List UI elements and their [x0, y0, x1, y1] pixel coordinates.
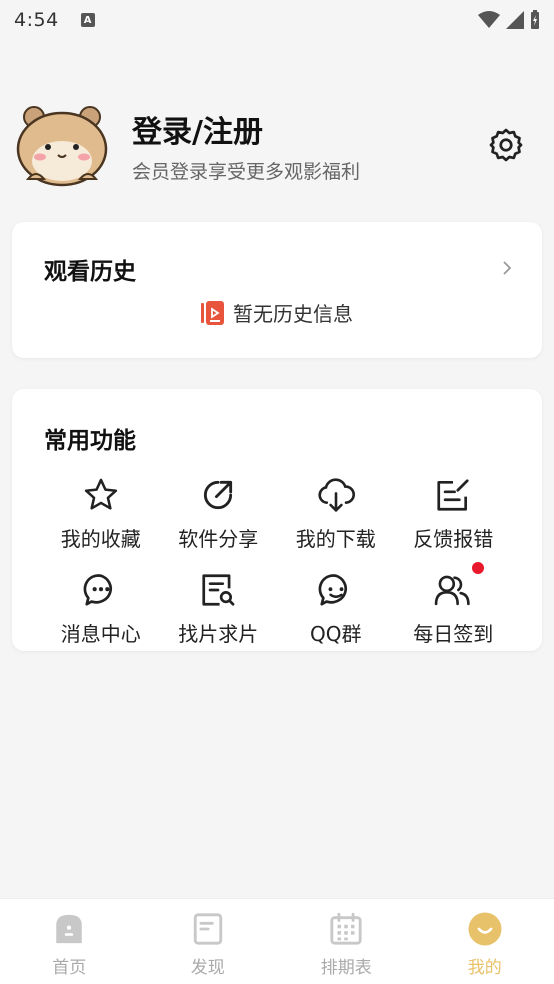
- wifi-icon: [478, 11, 500, 28]
- function-downloads[interactable]: 我的下载: [277, 475, 395, 552]
- function-label: 我的下载: [295, 527, 376, 551]
- cloud-download-icon: [318, 478, 355, 512]
- status-icons: [478, 10, 540, 30]
- nav-mine[interactable]: 我的: [416, 899, 554, 984]
- nav-home[interactable]: 首页: [0, 899, 139, 984]
- home-icon: [56, 914, 82, 944]
- notification-badge: A: [80, 13, 95, 27]
- nav-label: 首页: [52, 958, 87, 978]
- settings-button[interactable]: [486, 125, 526, 165]
- watch-history-card[interactable]: 观看历史 暂无历史信息: [12, 222, 542, 358]
- function-favorites[interactable]: 我的收藏: [42, 475, 160, 552]
- battery-icon: [531, 10, 539, 29]
- history-empty-state: 暂无历史信息: [12, 298, 542, 327]
- discover-icon: [193, 913, 222, 945]
- history-title: 观看历史: [44, 259, 136, 285]
- gear-icon: [489, 128, 523, 162]
- function-label: 消息中心: [60, 622, 141, 646]
- function-label: 我的收藏: [60, 527, 141, 551]
- calendar-icon: [330, 912, 362, 945]
- nav-label: 我的: [467, 958, 502, 978]
- chat-group-icon: [318, 574, 347, 606]
- search-doc-icon: [202, 574, 235, 606]
- notification-dot: [472, 562, 484, 574]
- video-history-icon: [201, 300, 224, 325]
- users-icon: [435, 575, 470, 606]
- function-label: 找片求片: [178, 622, 259, 646]
- functions-grid: 我的收藏 软件分享 我的下载 反馈报错 消息中心 找片求片 QQ群 每日签到: [42, 475, 512, 647]
- nav-discover[interactable]: 发现: [139, 899, 278, 984]
- share-icon: [204, 480, 233, 510]
- function-request-movie[interactable]: 找片求片: [160, 570, 278, 647]
- function-label: QQ群: [310, 622, 362, 646]
- function-qq-group[interactable]: QQ群: [277, 570, 395, 647]
- chevron-right-icon[interactable]: [500, 258, 514, 278]
- profile-smile-icon: [468, 912, 502, 946]
- login-subtitle: 会员登录享受更多观影福利: [132, 161, 361, 183]
- common-functions-card: 常用功能 我的收藏 软件分享 我的下载 反馈报错 消息中心 找片求片 QQ群 每…: [12, 389, 542, 651]
- signal-icon: [506, 11, 524, 29]
- star-icon: [84, 478, 117, 510]
- status-bar: 4:54 A: [0, 0, 554, 40]
- nav-schedule[interactable]: 排期表: [277, 899, 416, 984]
- nav-label: 排期表: [320, 958, 372, 978]
- function-messages[interactable]: 消息中心: [42, 570, 160, 647]
- function-daily-checkin[interactable]: 每日签到: [395, 562, 513, 647]
- status-time: 4:54: [14, 9, 59, 31]
- login-register-title[interactable]: 登录/注册: [132, 107, 263, 151]
- function-label: 软件分享: [178, 527, 259, 551]
- function-feedback[interactable]: 反馈报错: [395, 475, 513, 552]
- functions-title: 常用功能: [44, 428, 136, 454]
- function-label: 反馈报错: [413, 527, 494, 551]
- hamster-avatar[interactable]: [14, 103, 110, 189]
- function-label: 每日签到: [413, 622, 494, 646]
- function-share[interactable]: 软件分享: [160, 475, 278, 552]
- nav-label: 发现: [190, 958, 225, 978]
- bottom-navigation: 首页 发现 排期表 我的: [0, 898, 554, 984]
- feedback-icon: [437, 479, 469, 511]
- message-icon: [83, 574, 112, 606]
- profile-header[interactable]: 登录/注册 会员登录享受更多观影福利: [0, 95, 554, 195]
- history-empty-text: 暂无历史信息: [233, 302, 353, 326]
